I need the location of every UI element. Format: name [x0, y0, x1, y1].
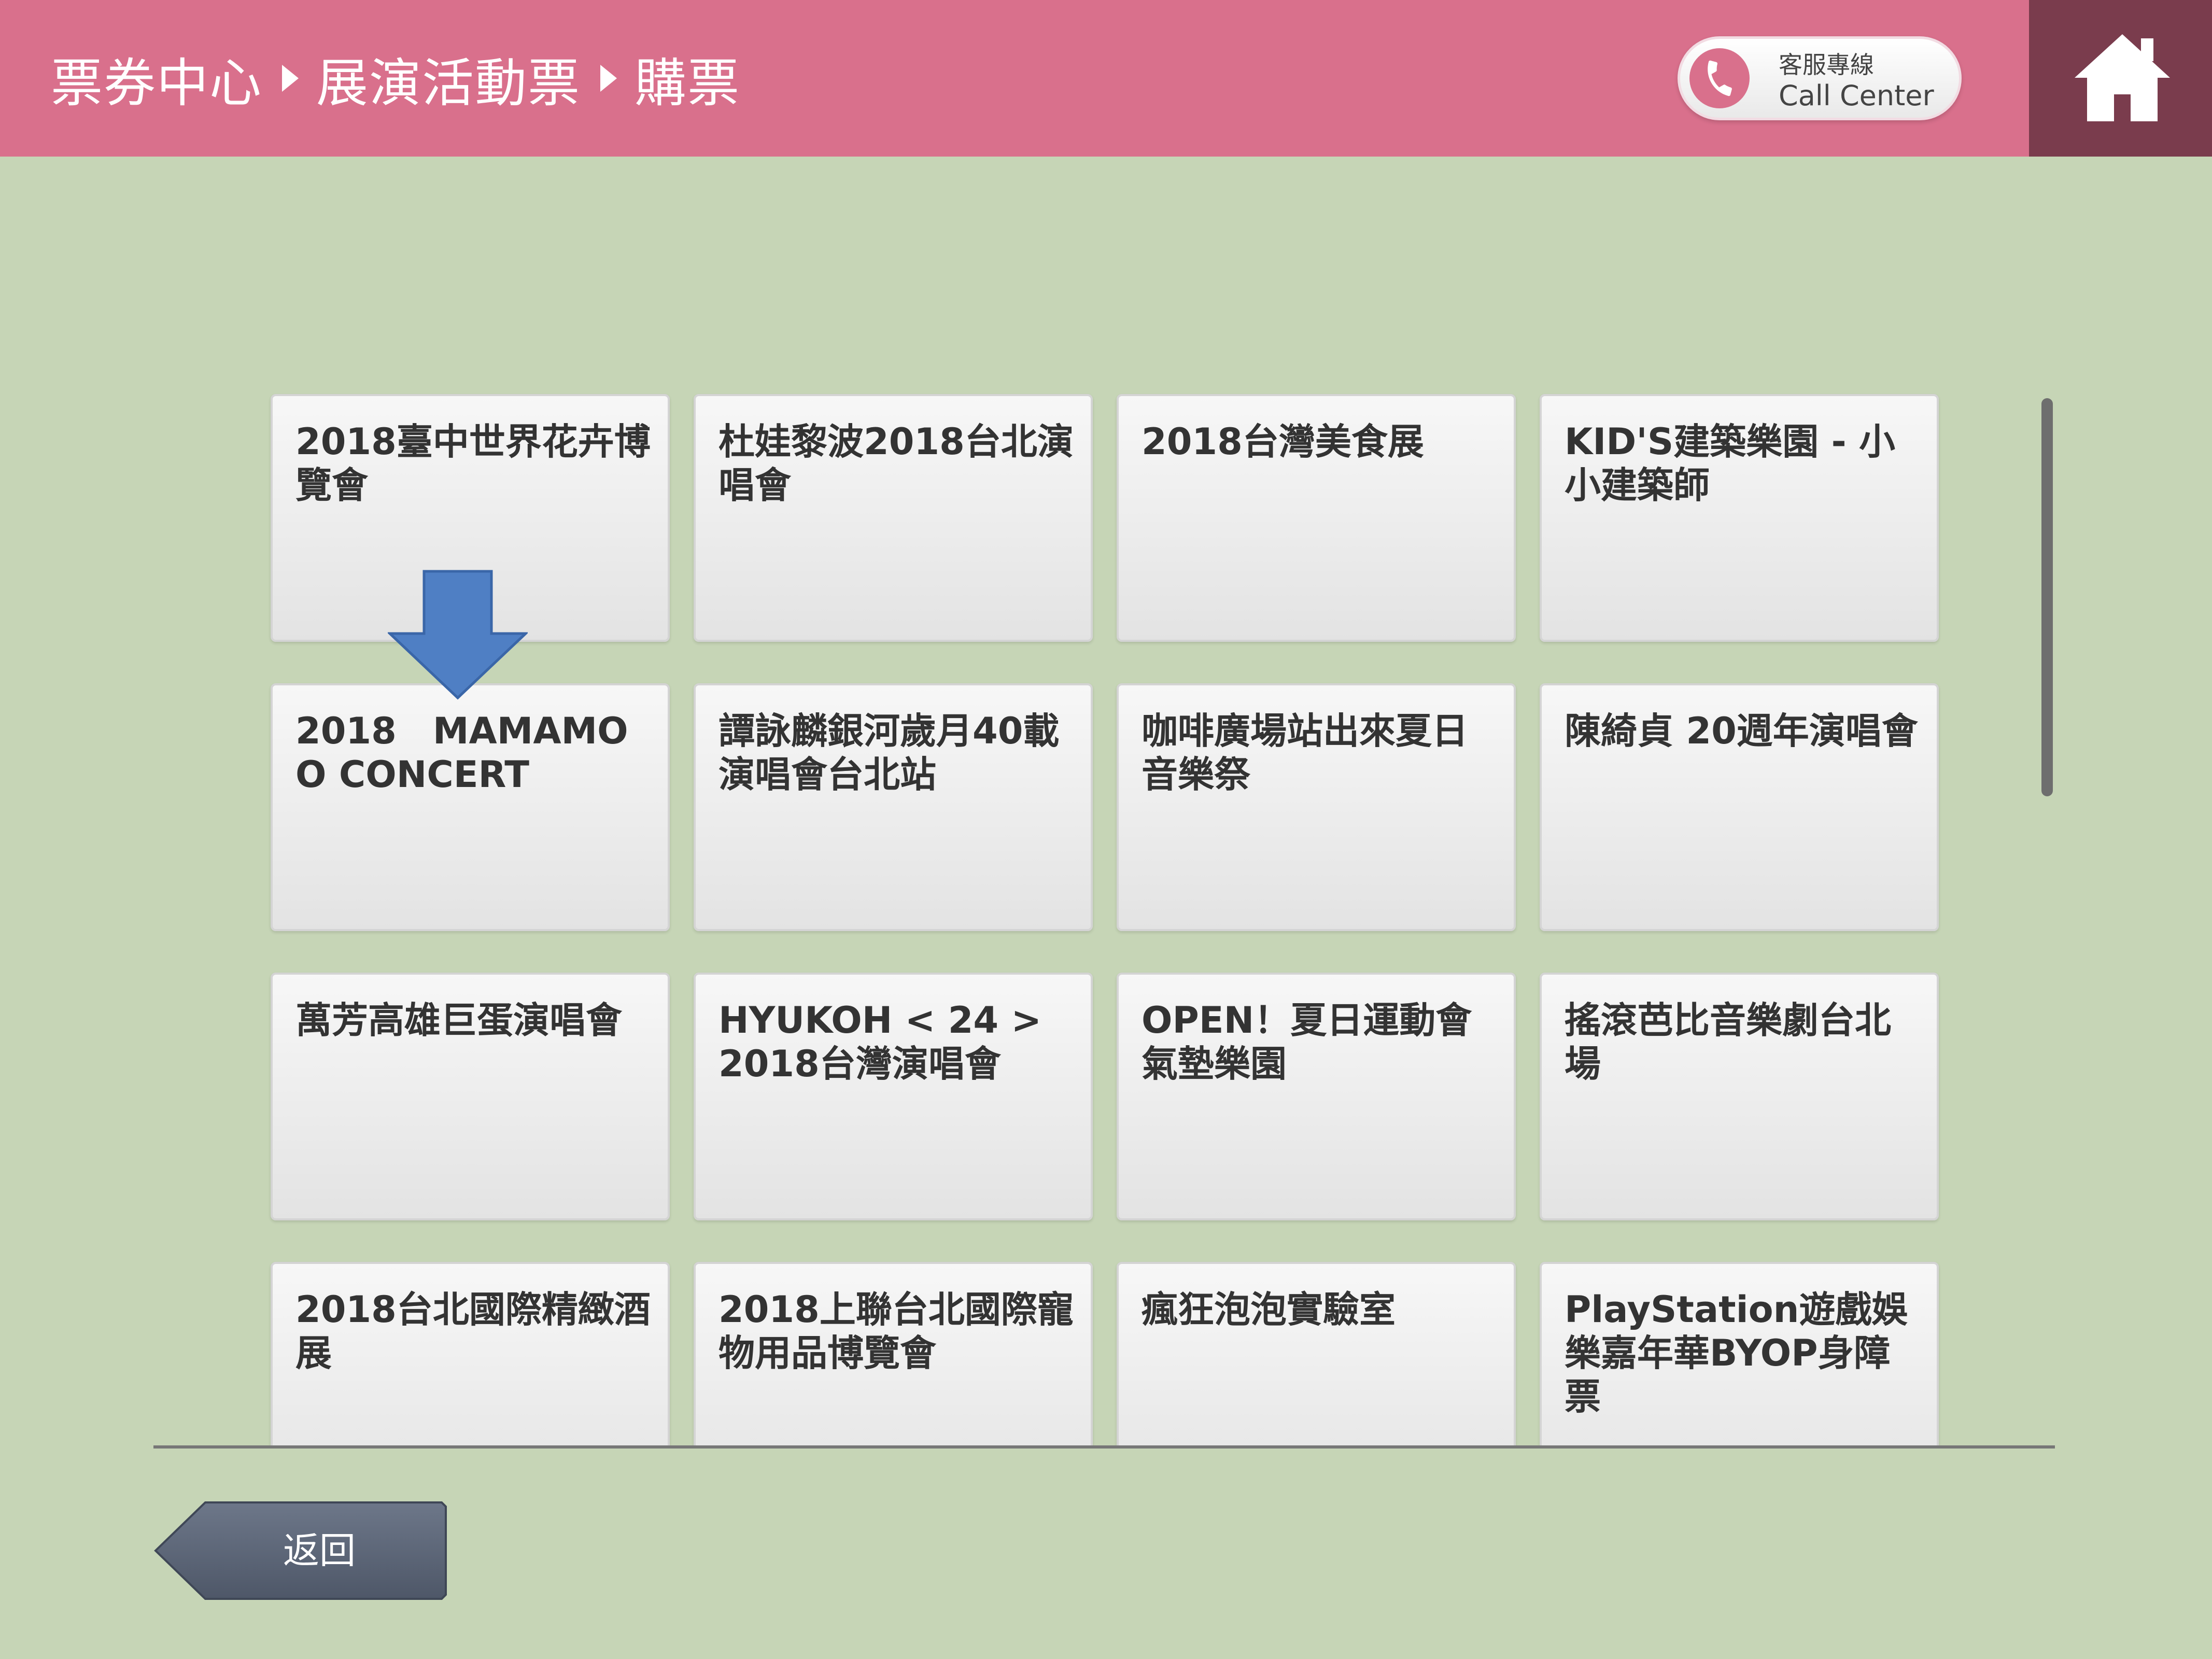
event-card-label: HYUKOH < 24 > 2018台灣演唱會: [718, 999, 1042, 1085]
event-card-label: KID'S建築樂園 - 小小建築師: [1565, 420, 1896, 507]
event-card[interactable]: 搖滾芭比音樂劇台北場: [1540, 973, 1939, 1220]
back-button-label: 返回: [283, 1529, 356, 1572]
scrollbar-thumb[interactable]: [2041, 398, 2053, 796]
event-card-label: 萬芳高雄巨蛋演唱會: [295, 999, 622, 1042]
event-card[interactable]: PlayStation遊戲娛樂嘉年華BYOP身障票: [1540, 1262, 1939, 1446]
event-card-label: 2018台灣美食展: [1142, 420, 1424, 463]
event-card[interactable]: 2018上聯台北國際寵物用品博覽會: [694, 1262, 1093, 1446]
event-card-label: 2018 MAMAMOO CONCERT: [295, 710, 628, 796]
event-card[interactable]: 萬芳高雄巨蛋演唱會: [271, 973, 670, 1220]
back-button[interactable]: 返回: [153, 1499, 449, 1602]
event-card[interactable]: HYUKOH < 24 > 2018台灣演唱會: [694, 973, 1093, 1220]
event-card[interactable]: OPEN！夏日運動會氣墊樂園: [1117, 973, 1516, 1220]
event-card-label: 咖啡廣場站出來夏日音樂祭: [1142, 710, 1468, 796]
divider: [153, 1445, 2055, 1449]
event-card-label: 譚詠麟銀河歲月40載演唱會台北站: [718, 710, 1060, 796]
event-card[interactable]: 咖啡廣場站出來夏日音樂祭: [1117, 683, 1516, 931]
down-arrow-icon: [388, 570, 528, 700]
event-card-label: 杜娃黎波2018台北演唱會: [718, 420, 1074, 507]
event-card[interactable]: 譚詠麟銀河歲月40載演唱會台北站: [694, 683, 1093, 931]
event-card-label: 2018台北國際精緻酒展: [295, 1288, 651, 1374]
event-card[interactable]: KID'S建築樂園 - 小小建築師: [1540, 394, 1939, 642]
event-card[interactable]: 2018台灣美食展: [1117, 394, 1516, 642]
event-card-label: PlayStation遊戲娛樂嘉年華BYOP身障票: [1565, 1288, 1908, 1418]
event-card-label: 瘋狂泡泡實驗室: [1142, 1288, 1396, 1331]
event-card-label: OPEN！夏日運動會氣墊樂園: [1142, 999, 1472, 1085]
event-card-label: 2018臺中世界花卉博覽會: [295, 420, 651, 507]
event-card[interactable]: 陳綺貞 20週年演唱會: [1540, 683, 1939, 931]
event-card-label: 陳綺貞 20週年演唱會: [1565, 710, 1918, 752]
event-card[interactable]: 2018台北國際精緻酒展: [271, 1262, 670, 1446]
event-card-label: 2018上聯台北國際寵物用品博覽會: [718, 1288, 1074, 1374]
event-grid: 2018臺中世界花卉博覽會 杜娃黎波2018台北演唱會 2018台灣美食展 KI…: [0, 0, 2212, 1446]
event-card[interactable]: 瘋狂泡泡實驗室: [1117, 1262, 1516, 1446]
event-card[interactable]: 2018 MAMAMOO CONCERT: [271, 683, 670, 931]
event-card-label: 搖滾芭比音樂劇台北場: [1565, 999, 1891, 1085]
event-card[interactable]: 杜娃黎波2018台北演唱會: [694, 394, 1093, 642]
